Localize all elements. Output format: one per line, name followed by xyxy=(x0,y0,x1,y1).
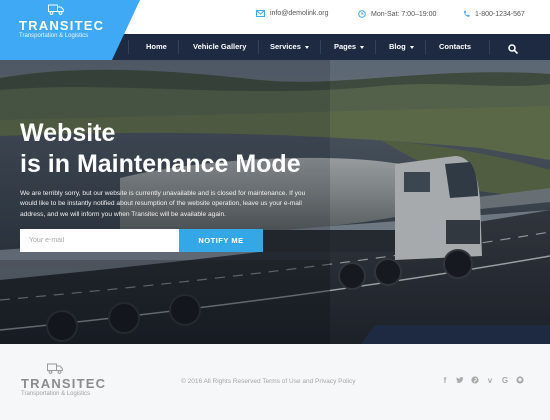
pinterest-icon[interactable] xyxy=(471,376,479,385)
footer-logo-title[interactable]: TRANSITEC xyxy=(21,376,106,391)
nav-divider xyxy=(375,40,376,54)
logo-tagline: Transportation & Logistics xyxy=(19,33,89,39)
footer-slant xyxy=(0,325,550,345)
footer-logo-tagline: Transportation & Logistics xyxy=(21,391,91,397)
contact-email[interactable]: info@demolink.org xyxy=(256,10,328,17)
contact-hours: Mon-Sat: 7:00–19:00 xyxy=(358,10,436,18)
hero-description: We are terribly sorry, but our website i… xyxy=(20,190,306,218)
nav-item-blog[interactable]: Blog xyxy=(389,34,414,60)
hero-section: Website is in Maintenance Mode We are te… xyxy=(0,60,550,344)
chevron-down-icon xyxy=(409,45,414,49)
chevron-down-icon xyxy=(304,45,309,49)
contact-phone-text: 1-800-1234-567 xyxy=(475,10,525,18)
search-icon[interactable] xyxy=(508,41,518,59)
chevron-down-icon xyxy=(360,45,365,49)
contact-email-text: info@demolink.org xyxy=(270,10,329,17)
envelope-icon xyxy=(256,10,265,17)
email-input[interactable] xyxy=(20,229,179,252)
clock-icon xyxy=(358,10,366,18)
twitter-icon[interactable] xyxy=(456,376,464,385)
nav-item-label: Blog xyxy=(389,42,406,51)
nav-divider xyxy=(320,40,321,54)
nav-item-label: Contacts xyxy=(439,42,472,51)
hero-title: Website is in Maintenance Mode xyxy=(20,118,301,180)
hero-title-line2: is in Maintenance Mode xyxy=(20,150,301,178)
nav-item-vehicle-gallery[interactable]: Vehicle Gallery xyxy=(193,34,246,60)
github-icon[interactable] xyxy=(516,376,524,385)
contact-hours-text: Mon-Sat: 7:00–19:00 xyxy=(371,10,437,18)
logo-title: TRANSITEC xyxy=(19,18,105,33)
vimeo-icon[interactable]: v xyxy=(486,376,494,385)
truck-icon xyxy=(48,4,64,15)
nav-item-label: Pages xyxy=(334,42,357,51)
phone-icon xyxy=(464,10,470,17)
nav-item-contacts[interactable]: Contacts xyxy=(439,34,471,60)
nav-item-services[interactable]: Services xyxy=(270,34,309,60)
nav-item-label: Home xyxy=(146,42,167,51)
footer-truck-icon xyxy=(47,363,63,374)
facebook-icon[interactable]: f xyxy=(441,376,449,385)
notify-me-button[interactable]: NOTIFY ME xyxy=(179,229,263,252)
logo[interactable]: TRANSITEC Transportation & Logistics xyxy=(0,0,140,60)
hero-title-line1: Website xyxy=(20,119,116,147)
nav-item-label: Services xyxy=(270,42,301,51)
copyright-text: © 2016 All Rights Reserved Terms of Use … xyxy=(181,378,356,385)
nav-divider xyxy=(425,40,426,54)
nav-divider xyxy=(258,40,259,54)
nav-divider xyxy=(489,40,490,54)
social-links: f v G xyxy=(441,376,524,385)
nav-item-home[interactable]: Home xyxy=(146,34,167,60)
nav-item-pages[interactable]: Pages xyxy=(334,34,365,60)
nav-divider xyxy=(178,40,179,54)
contact-phone[interactable]: 1-800-1234-567 xyxy=(463,10,525,18)
nav-item-label: Vehicle Gallery xyxy=(193,42,247,51)
google-plus-icon[interactable]: G xyxy=(501,376,509,385)
